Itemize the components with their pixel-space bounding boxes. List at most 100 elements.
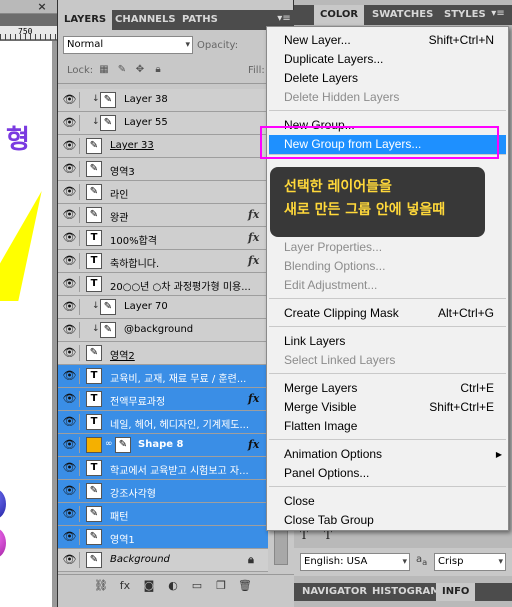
layer-row[interactable]: 👁︎ ∞ ✎ Shape 8 fx [58, 434, 268, 457]
layer-effects-icon[interactable]: fx [248, 438, 259, 451]
menu-item[interactable]: Duplicate Layers... [267, 50, 508, 69]
layer-row[interactable]: 👁︎ ↓ ✎ Layer 38 [58, 89, 268, 112]
layer-thumbnail[interactable]: ✎ [100, 299, 116, 315]
visibility-eye-icon[interactable]: 👁︎ [60, 368, 80, 384]
layer-thumbnail[interactable]: ✎ [86, 184, 102, 200]
text-layer-icon[interactable]: T [86, 276, 102, 292]
layer-name[interactable]: 영역3 [110, 163, 135, 178]
document-image[interactable]: 형 [0, 41, 52, 607]
layer-thumbnail[interactable]: ✎ [100, 115, 116, 131]
tab-paths[interactable]: PATHS [176, 10, 224, 30]
tab-info[interactable]: INFO [436, 583, 476, 601]
layer-row[interactable]: 👁︎ ✎ 영역2 [58, 342, 268, 365]
menu-item[interactable]: New Layer... Shift+Ctrl+N [267, 31, 508, 50]
layer-name[interactable]: 영역1 [110, 531, 135, 546]
menu-item[interactable]: Merge Layers Ctrl+E [267, 379, 508, 398]
layer-row[interactable]: 👁︎ ✎ 패턴 [58, 503, 268, 526]
menu-item[interactable]: Delete Layers [267, 69, 508, 88]
lock-brush-icon[interactable]: ✎ [116, 64, 128, 76]
layer-thumbnail[interactable]: ✎ [100, 322, 116, 338]
layer-name[interactable]: Background [110, 554, 170, 565]
layer-name[interactable]: 라인 [110, 186, 128, 201]
visibility-eye-icon[interactable]: 👁︎ [60, 529, 80, 545]
layer-row[interactable]: 👁︎ ✎ 왕관 fx [58, 204, 268, 227]
lock-transparent-icon[interactable]: ▦ [98, 64, 110, 76]
tab-styles[interactable]: STYLES [438, 5, 492, 25]
layer-name[interactable]: 강조사각형 [110, 485, 156, 500]
fx-icon[interactable]: fx [116, 578, 134, 594]
blend-mode-select[interactable]: Normal ▾ [63, 36, 193, 54]
visibility-eye-icon[interactable]: 👁︎ [60, 552, 80, 568]
menu-item[interactable]: Close [267, 492, 508, 511]
panel-menu-icon[interactable]: ▾≡ [490, 8, 506, 22]
text-layer-icon[interactable]: T [86, 230, 102, 246]
menu-item[interactable]: Flatten Image [267, 417, 508, 436]
visibility-eye-icon[interactable]: 👁︎ [60, 92, 80, 108]
layer-row[interactable]: 👁︎ ✎ 강조사각형 [58, 480, 268, 503]
layer-thumbnail[interactable]: ✎ [86, 207, 102, 223]
text-layer-icon[interactable]: T [86, 253, 102, 269]
new-layer-icon[interactable]: ❐ [212, 578, 230, 594]
layer-row[interactable]: 👁︎ ✎ 영역3 [58, 158, 268, 181]
visibility-eye-icon[interactable]: 👁︎ [60, 506, 80, 522]
layer-row[interactable]: 👁︎ ↓ ✎ @background [58, 319, 268, 342]
document-tab[interactable]: × [0, 0, 57, 14]
layer-row[interactable]: 👁︎ T 학교에서 교육받고 시험보고 자... [58, 457, 268, 480]
layer-name[interactable]: 네일, 헤어, 헤디자인, 기계제도... [110, 416, 249, 431]
layer-name[interactable]: 영역2 [110, 347, 135, 362]
layer-name[interactable]: Layer 70 [124, 301, 168, 312]
tab-navigator[interactable]: NAVIGATOR [296, 583, 373, 601]
layer-thumbnail[interactable]: ✎ [86, 483, 102, 499]
layer-name[interactable]: @background [124, 324, 193, 335]
visibility-eye-icon[interactable]: 👁︎ [60, 207, 80, 223]
vector-mask-thumbnail[interactable]: ✎ [115, 437, 131, 453]
layer-name[interactable]: Layer 55 [124, 117, 168, 128]
layer-thumbnail[interactable]: ✎ [86, 506, 102, 522]
layer-name[interactable]: Layer 38 [124, 94, 168, 105]
menu-item[interactable]: Link Layers [267, 332, 508, 351]
close-icon[interactable]: × [36, 1, 48, 13]
document-canvas[interactable]: × 750 형 [0, 0, 57, 607]
visibility-eye-icon[interactable]: 👁︎ [60, 138, 80, 154]
layer-name[interactable]: Shape 8 [138, 439, 183, 450]
layer-row[interactable]: 👁︎ T 전액무료과정 fx [58, 388, 268, 411]
layer-thumbnail[interactable]: ✎ [86, 529, 102, 545]
lock-all-icon[interactable]: 🔒︎ [152, 64, 164, 76]
layer-name[interactable]: 학교에서 교육받고 시험보고 자... [110, 462, 249, 477]
layer-name[interactable]: 전액무료과정 [110, 393, 165, 408]
layer-thumbnail[interactable]: ✎ [100, 92, 116, 108]
panel-menu-icon[interactable]: ▾≡ [276, 13, 292, 27]
layer-name[interactable]: 왕관 [110, 209, 128, 224]
visibility-eye-icon[interactable]: 👁︎ [60, 391, 80, 407]
visibility-eye-icon[interactable]: 👁︎ [60, 322, 80, 338]
layer-row[interactable]: 👁︎ ✎ Layer 33 [58, 135, 268, 158]
visibility-eye-icon[interactable]: 👁︎ [60, 414, 80, 430]
layer-row[interactable]: 👁︎ T 네일, 헤어, 헤디자인, 기계제도... [58, 411, 268, 434]
layer-effects-icon[interactable]: fx [248, 208, 259, 221]
text-layer-icon[interactable]: T [86, 391, 102, 407]
visibility-eye-icon[interactable]: 👁︎ [60, 184, 80, 200]
adjustment-icon[interactable]: ◐ [164, 578, 182, 594]
layer-thumbnail[interactable]: ✎ [86, 138, 102, 154]
layer-row[interactable]: 👁︎ ↓ ✎ Layer 55 [58, 112, 268, 135]
layer-row[interactable]: 👁︎ T 축하합니다. fx [58, 250, 268, 273]
trash-icon[interactable]: 🗑︎ [236, 578, 254, 594]
layer-name[interactable]: 축하합니다. [110, 255, 159, 270]
menu-item[interactable]: Animation Options ▶ [267, 445, 508, 464]
layer-thumbnail[interactable]: ✎ [86, 345, 102, 361]
menu-item[interactable]: Create Clipping Mask Alt+Ctrl+G [267, 304, 508, 323]
visibility-eye-icon[interactable]: 👁︎ [60, 115, 80, 131]
shape-color-thumbnail[interactable] [86, 437, 102, 453]
mask-icon[interactable]: ◙ [140, 578, 158, 594]
layer-name[interactable]: 20○○년 ○차 과정평가형 미용... [110, 278, 251, 293]
visibility-eye-icon[interactable]: 👁︎ [60, 483, 80, 499]
visibility-eye-icon[interactable]: 👁︎ [60, 253, 80, 269]
menu-item[interactable]: Merge Visible Shift+Ctrl+E [267, 398, 508, 417]
tab-layers[interactable]: LAYERS [58, 10, 113, 30]
layer-thumbnail[interactable]: ✎ [86, 552, 102, 568]
text-layer-icon[interactable]: T [86, 414, 102, 430]
menu-item[interactable]: Close Tab Group [267, 511, 508, 530]
layer-row[interactable]: 👁︎ T 교육비, 교재, 재료 무료 / 훈련... [58, 365, 268, 388]
visibility-eye-icon[interactable]: 👁︎ [60, 299, 80, 315]
antialias-select[interactable]: Crisp ▾ [434, 553, 506, 571]
